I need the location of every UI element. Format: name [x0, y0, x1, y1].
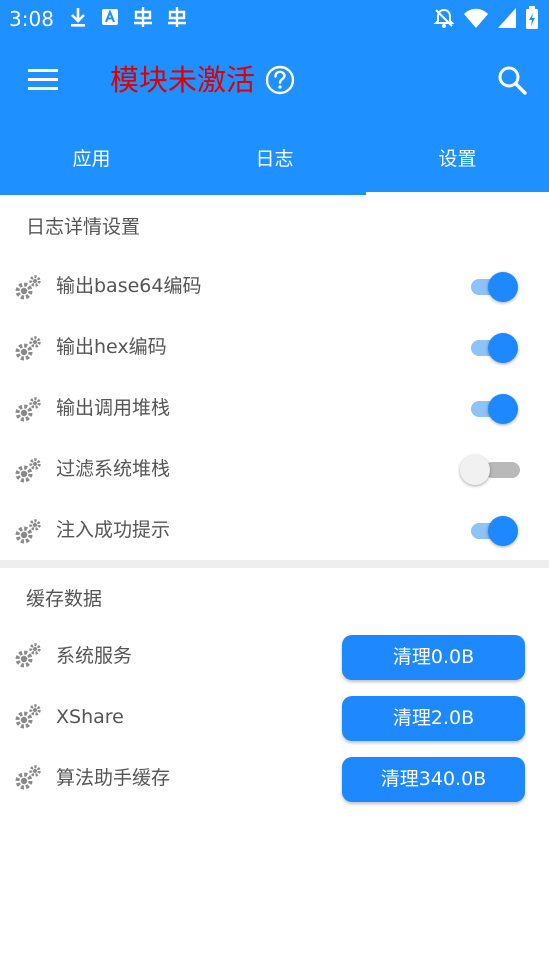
tab-logs[interactable]: 日志: [183, 128, 366, 195]
cache-row-assistant: 算法助手缓存 清理340.0B: [0, 757, 549, 813]
setting-label: 输出调用堆栈: [56, 397, 171, 419]
setting-label: 输出base64编码: [56, 275, 202, 297]
menu-icon: [28, 69, 58, 90]
gear-icon: [15, 765, 41, 790]
cache-title: 缓存数据: [26, 588, 103, 610]
bell-off-icon: [433, 8, 455, 28]
setting-row-stack[interactable]: 输出调用堆栈: [0, 387, 549, 443]
signal-icon: [498, 8, 516, 28]
gear-icon: [15, 643, 41, 668]
log-settings-title: 日志详情设置: [26, 216, 141, 238]
help-icon[interactable]: [265, 65, 295, 95]
cache-label: 算法助手缓存: [56, 767, 171, 789]
bug-icon: [168, 7, 186, 27]
switch-thumb: [488, 516, 518, 546]
gear-icon: [15, 704, 41, 729]
status-right-icons: [433, 6, 539, 30]
switch-thumb: [460, 455, 490, 485]
tab-bar: 应用 日志 设置: [0, 128, 549, 195]
setting-label: 输出hex编码: [56, 336, 167, 358]
gear-icon: [15, 336, 41, 361]
cache-label: 系统服务: [56, 645, 133, 667]
status-time: 3:08: [9, 7, 54, 31]
wifi-icon: [464, 8, 488, 28]
status-left-icons: [68, 6, 188, 28]
clear-cache-button[interactable]: 清理340.0B: [342, 757, 525, 802]
toggle-switch[interactable]: [468, 513, 522, 549]
tab-settings[interactable]: 设置: [366, 128, 549, 195]
clear-cache-button[interactable]: 清理2.0B: [342, 696, 525, 741]
status-bar: 3:08: [0, 0, 549, 38]
setting-label: 注入成功提示: [56, 519, 171, 541]
cache-label: XShare: [56, 706, 124, 728]
search-button[interactable]: [494, 62, 530, 98]
switch-thumb: [488, 272, 518, 302]
battery-icon: [526, 6, 538, 29]
setting-row-hex[interactable]: 输出hex编码: [0, 326, 549, 382]
setting-row-base64[interactable]: 输出base64编码: [0, 265, 549, 321]
switch-thumb: [488, 333, 518, 363]
tab-apps[interactable]: 应用: [0, 128, 183, 195]
gear-icon: [15, 397, 41, 422]
cache-row-xshare: XShare 清理2.0B: [0, 696, 549, 752]
setting-row-inject[interactable]: 注入成功提示: [0, 509, 549, 565]
toggle-switch[interactable]: [468, 330, 522, 366]
search-icon: [498, 66, 527, 95]
cache-row-system: 系统服务 清理0.0B: [0, 635, 549, 691]
page-title: 模块未激活: [110, 63, 256, 97]
toggle-switch[interactable]: [460, 452, 522, 488]
toggle-switch[interactable]: [468, 391, 522, 427]
setting-row-filter[interactable]: 过滤系统堆栈: [0, 448, 549, 504]
gear-icon: [15, 458, 41, 483]
setting-label: 过滤系统堆栈: [56, 458, 171, 480]
menu-button[interactable]: [24, 62, 64, 98]
gear-icon: [15, 275, 41, 300]
gear-icon: [15, 519, 41, 544]
title-row: 模块未激活: [110, 60, 295, 100]
switch-thumb: [488, 394, 518, 424]
app-icon: [102, 9, 118, 25]
section-divider: [0, 560, 549, 568]
download-icon: [71, 8, 85, 27]
toggle-switch[interactable]: [468, 269, 522, 305]
clear-cache-button[interactable]: 清理0.0B: [342, 635, 525, 680]
bug-icon: [134, 7, 152, 27]
